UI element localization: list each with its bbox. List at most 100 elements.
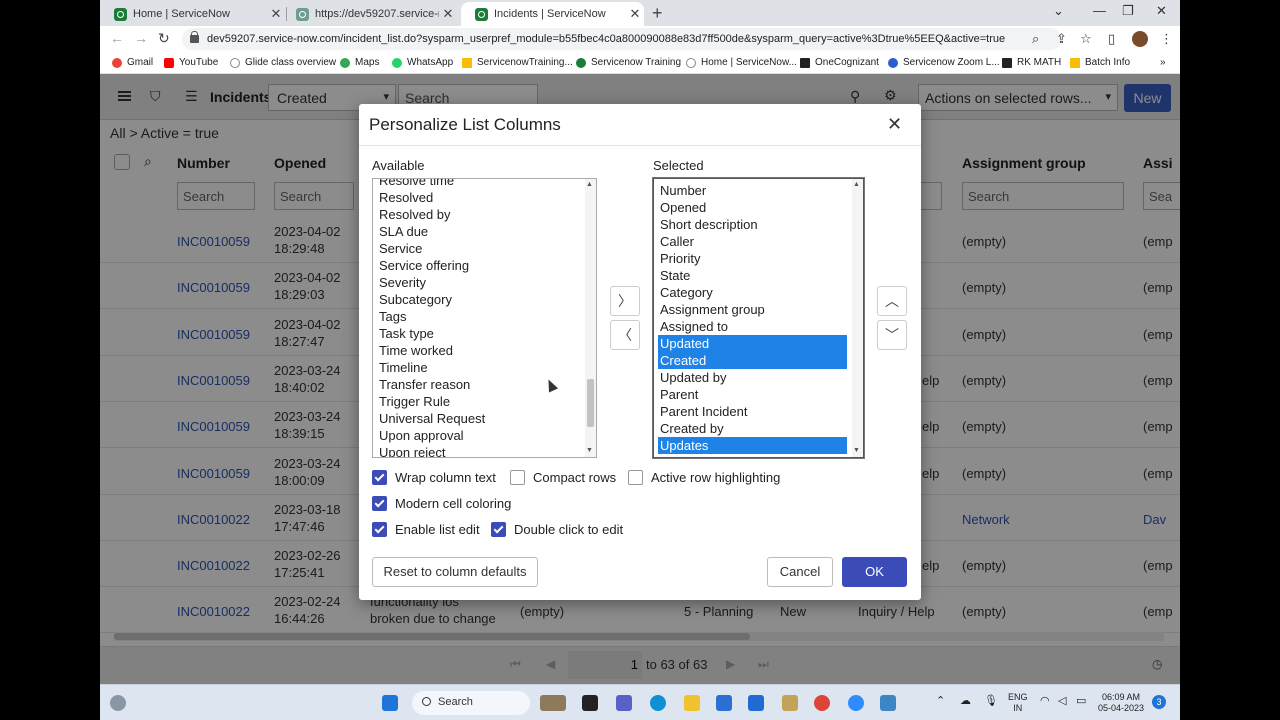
battery-icon[interactable]: ▭ (1076, 696, 1086, 707)
bookmark-onecognizant[interactable]: OneCognizant (800, 57, 879, 68)
add-column-button[interactable]: 〉 (610, 286, 640, 316)
selected-option[interactable]: Caller (658, 233, 694, 250)
tab-search-icon[interactable]: ⌄ (1053, 3, 1064, 19)
bookmark-home-sn[interactable]: Home | ServiceNow... (686, 57, 797, 68)
profile-avatar[interactable] (1132, 31, 1148, 47)
selected-option[interactable]: Priority (658, 250, 700, 267)
restore-icon[interactable]: ❐ (1122, 3, 1134, 19)
bookmark-youtube[interactable]: YouTube (164, 57, 218, 68)
zoom-app-icon[interactable] (848, 695, 864, 711)
available-option[interactable]: Task type (377, 325, 434, 342)
selected-option[interactable]: Updated by (658, 369, 727, 386)
modern-checkbox[interactable] (372, 496, 387, 511)
selected-option[interactable]: Assignment group (658, 301, 765, 318)
cancel-button[interactable]: Cancel (767, 557, 833, 587)
tab-url[interactable]: https://dev59207.service-now.com ✕ (282, 2, 457, 26)
task-view-icon[interactable] (582, 695, 598, 711)
compact-checkbox[interactable] (510, 470, 525, 485)
selected-option[interactable]: Parent Incident (658, 403, 747, 420)
side-panel-icon[interactable]: ▯ (1108, 31, 1115, 47)
available-option[interactable]: Tags (377, 308, 406, 325)
file-explorer-icon[interactable] (684, 695, 700, 711)
move-up-button[interactable]: ︿ (877, 286, 907, 316)
close-icon[interactable]: ✕ (887, 114, 902, 135)
available-option[interactable]: Service (377, 240, 422, 257)
available-option[interactable]: Transfer reason (377, 376, 470, 393)
available-option[interactable]: Resolved by (377, 206, 451, 223)
volume-icon[interactable]: ◁ (1058, 696, 1066, 707)
bookmark-star-icon[interactable]: ☆ (1080, 31, 1092, 47)
zoom-icon[interactable]: ⌕ (1032, 31, 1039, 47)
available-option[interactable]: Upon reject (377, 444, 445, 457)
notepad-icon[interactable] (880, 695, 896, 711)
bookmark-gmail[interactable]: Gmail (112, 57, 153, 68)
forward-icon[interactable]: → (134, 30, 148, 46)
available-option[interactable]: Universal Request (377, 410, 485, 427)
bookmark-batch[interactable]: Batch Info (1070, 57, 1130, 68)
selected-option[interactable]: Created (658, 352, 847, 369)
mail-icon[interactable] (748, 695, 764, 711)
bookmark-zoom[interactable]: Servicenow Zoom L... (888, 57, 1000, 68)
modern-cell-coloring-option[interactable]: Modern cell coloring (372, 496, 511, 511)
available-option[interactable]: Trigger Rule (377, 393, 450, 410)
selected-option[interactable]: Category (658, 284, 713, 301)
remove-column-button[interactable]: 〈 (610, 320, 640, 350)
available-option[interactable]: Severity (377, 274, 426, 291)
new-tab-icon[interactable]: + (652, 3, 663, 24)
tray-overflow-icon[interactable]: ⌃ (936, 696, 945, 707)
reload-icon[interactable]: ↻ (158, 30, 170, 47)
start-icon[interactable] (382, 695, 398, 711)
bookmark-whatsapp[interactable]: WhatsApp (392, 57, 453, 68)
store-icon[interactable] (716, 695, 732, 711)
available-option[interactable]: Subcategory (377, 291, 452, 308)
double-click-checkbox[interactable] (491, 522, 506, 537)
url-bar[interactable]: dev59207.service-now.com/incident_list.d… (182, 28, 1062, 50)
edge-icon[interactable] (650, 695, 666, 711)
back-icon[interactable]: ← (110, 30, 124, 46)
available-option[interactable]: Upon approval (377, 427, 464, 444)
notification-badge[interactable]: 3 (1152, 695, 1166, 709)
enable-list-edit-option[interactable]: Enable list edit (372, 522, 480, 537)
snip-tool-icon[interactable] (782, 695, 798, 711)
wifi-icon[interactable]: ◠ (1040, 696, 1050, 707)
available-option[interactable]: Time worked (377, 342, 453, 359)
teams-icon[interactable] (616, 695, 632, 711)
bookmark-sn-training[interactable]: Servicenow Training (576, 57, 681, 68)
selected-option[interactable]: Parent (658, 386, 698, 403)
list-edit-checkbox[interactable] (372, 522, 387, 537)
selected-option[interactable]: State (658, 267, 690, 284)
selected-option[interactable]: Updated (658, 335, 847, 352)
share-icon[interactable]: ⇪ (1056, 31, 1067, 47)
available-option[interactable]: Resolve time (377, 179, 454, 189)
available-option[interactable]: Timeline (377, 359, 428, 376)
move-down-button[interactable]: ﹀ (877, 320, 907, 350)
menu-kebab-icon[interactable]: ⋮ (1160, 31, 1173, 47)
compact-rows-option[interactable]: Compact rows (510, 470, 616, 485)
minimize-icon[interactable]: — (1093, 3, 1106, 18)
tab-incidents[interactable]: Incidents | ServiceNow ✕ (461, 2, 644, 26)
microphone-icon[interactable]: 🎙 (984, 696, 998, 707)
selected-columns-list[interactable]: Number Opened Short description Caller Prior… (653, 178, 864, 458)
bookmark-rkmath[interactable]: RK MATH (1002, 57, 1061, 68)
active-row-highlighting-option[interactable]: Active row highlighting (628, 470, 780, 485)
available-option[interactable]: SLA due (377, 223, 428, 240)
clock[interactable]: 06:09 AM 05-04-2023 (1098, 692, 1144, 714)
bookmark-maps[interactable]: Maps (340, 57, 379, 68)
close-tab-icon[interactable]: ✕ (439, 6, 457, 22)
close-tab-icon[interactable]: ✕ (626, 6, 644, 22)
wrap-column-text-option[interactable]: Wrap column text (372, 470, 496, 485)
onedrive-icon[interactable]: ☁ (960, 696, 971, 707)
selected-option[interactable]: Number (658, 182, 706, 199)
ok-button[interactable]: OK (842, 557, 907, 587)
taskbar-search[interactable]: Search (412, 691, 530, 715)
selected-option[interactable]: Created by (658, 420, 724, 437)
selected-option[interactable]: Opened (658, 199, 706, 216)
selected-option[interactable]: Updates (658, 437, 847, 454)
available-option[interactable]: Resolved (377, 189, 433, 206)
bookmark-glide[interactable]: Glide class overview (230, 57, 336, 68)
wrap-checkbox[interactable] (372, 470, 387, 485)
tab-home[interactable]: Home | ServiceNow ✕ (100, 2, 285, 26)
widgets-icon[interactable] (110, 695, 126, 711)
selected-option[interactable]: Assigned to (658, 318, 728, 335)
selected-option[interactable]: Short description (658, 216, 758, 233)
